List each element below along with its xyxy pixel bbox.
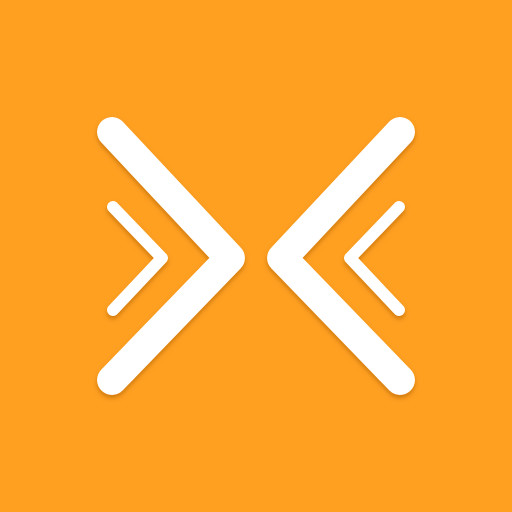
icon-background [0, 0, 512, 512]
app-icon [0, 0, 512, 512]
double-chevron-converge-icon [0, 0, 512, 512]
